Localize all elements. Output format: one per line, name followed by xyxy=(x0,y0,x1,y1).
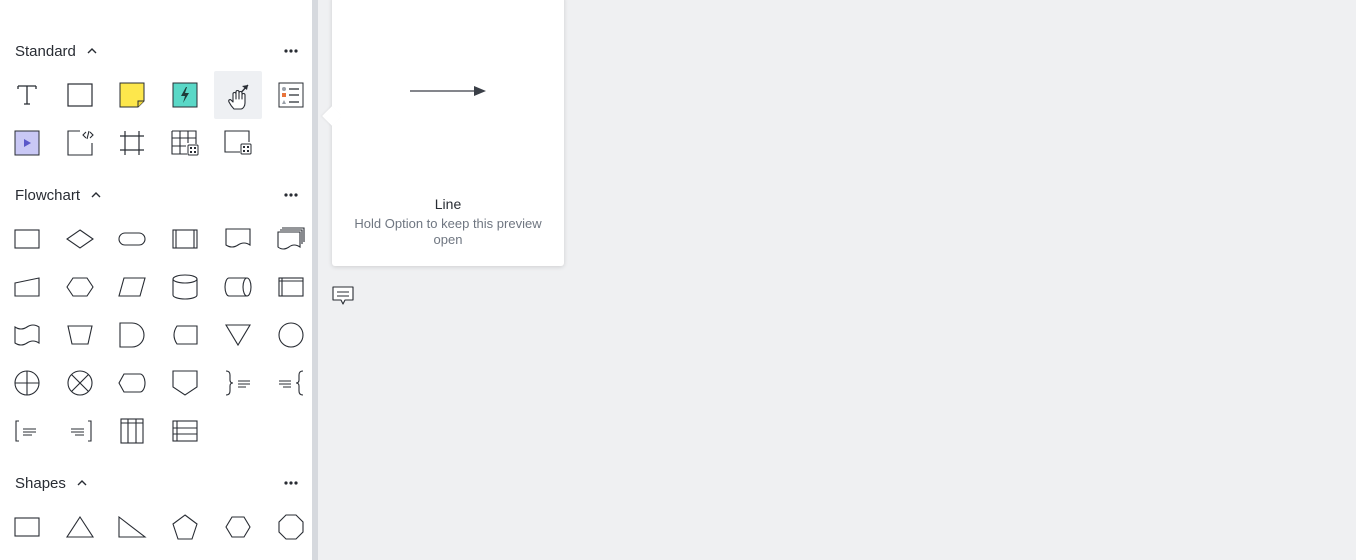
list-shape-icon[interactable] xyxy=(267,71,312,119)
predefined-process-shape-icon[interactable] xyxy=(161,215,209,263)
frame-tool-icon[interactable] xyxy=(108,119,156,167)
app-card-icon[interactable] xyxy=(214,119,262,167)
shapes-more-options-icon[interactable] xyxy=(280,476,302,490)
brace-note-left-icon[interactable] xyxy=(267,359,312,407)
chevron-up-icon xyxy=(91,192,101,198)
shapes-section-title: Shapes xyxy=(15,474,66,492)
manual-input-shape-icon[interactable] xyxy=(3,263,51,311)
terminator-shape-icon[interactable] xyxy=(108,215,156,263)
rectangle-shape-icon[interactable] xyxy=(56,71,104,119)
display-shape-icon[interactable] xyxy=(108,359,156,407)
pink-parallelogram-shape[interactable] xyxy=(6,0,54,8)
line-preview-icon xyxy=(410,86,486,96)
triangle-shape-icon[interactable] xyxy=(56,503,104,551)
connector-shape-icon[interactable] xyxy=(267,311,312,359)
brace-note-right-icon[interactable] xyxy=(214,359,262,407)
or-shape-icon[interactable] xyxy=(3,359,51,407)
flowchart-more-options-icon[interactable] xyxy=(280,188,302,202)
off-page-connector-shape-icon[interactable] xyxy=(161,359,209,407)
manual-operation-shape-icon[interactable] xyxy=(56,311,104,359)
action-shape-icon[interactable] xyxy=(161,71,209,119)
database-shape-icon[interactable] xyxy=(161,263,209,311)
embed-code-icon[interactable] xyxy=(56,119,104,167)
right-triangle-shape-icon[interactable] xyxy=(108,503,156,551)
standard-more-options-icon[interactable] xyxy=(280,44,302,58)
multiple-documents-shape-icon[interactable] xyxy=(267,215,312,263)
flowchart-section-title: Flowchart xyxy=(15,186,81,204)
stored-data-shape-icon[interactable] xyxy=(161,311,209,359)
annotation-right-icon[interactable] xyxy=(56,407,104,455)
vertical-swimlane-icon[interactable] xyxy=(108,407,156,455)
octagon-shape-icon[interactable] xyxy=(267,503,312,551)
video-shape-icon[interactable] xyxy=(3,119,51,167)
sticky-note-icon[interactable] xyxy=(108,71,156,119)
shape-library-panel: Standard Flowchart Shapes xyxy=(0,0,312,560)
horizontal-swimlane-icon[interactable] xyxy=(161,407,209,455)
chevron-up-icon xyxy=(87,48,97,54)
standard-section-title: Standard xyxy=(15,42,76,60)
chevron-up-icon xyxy=(77,480,87,486)
table-shape-icon[interactable] xyxy=(161,119,209,167)
standard-section-header[interactable]: Standard xyxy=(15,41,98,61)
rectangle-basic-shape-icon[interactable] xyxy=(3,503,51,551)
delay-shape-icon[interactable] xyxy=(108,311,156,359)
line-tool-icon[interactable] xyxy=(214,71,262,119)
shapes-section-header[interactable]: Shapes xyxy=(15,473,88,493)
decision-shape-icon[interactable] xyxy=(56,215,104,263)
shape-preview-tooltip: Line Hold Option to keep this preview op… xyxy=(322,0,564,266)
pentagon-shape-icon[interactable] xyxy=(161,503,209,551)
hexagon-shape-icon[interactable] xyxy=(214,503,262,551)
punched-tape-shape-icon[interactable] xyxy=(3,311,51,359)
document-shape-icon[interactable] xyxy=(214,215,262,263)
internal-storage-shape-icon[interactable] xyxy=(267,263,312,311)
flowchart-section-header[interactable]: Flowchart xyxy=(15,185,102,205)
text-tool-icon[interactable] xyxy=(3,71,51,119)
comment-icon[interactable] xyxy=(332,286,354,306)
tooltip-description: Hold Option to keep this preview open xyxy=(354,216,542,247)
process-shape-icon[interactable] xyxy=(3,215,51,263)
tooltip-title: Line xyxy=(434,196,462,212)
preparation-shape-icon[interactable] xyxy=(56,263,104,311)
direct-access-storage-shape-icon[interactable] xyxy=(214,263,262,311)
merge-shape-icon[interactable] xyxy=(214,311,262,359)
data-shape-icon[interactable] xyxy=(108,263,156,311)
periwinkle-wave-shape[interactable] xyxy=(56,0,104,8)
annotation-left-icon[interactable] xyxy=(3,407,51,455)
summing-junction-shape-icon[interactable] xyxy=(56,359,104,407)
black-block-shape[interactable] xyxy=(108,0,156,8)
